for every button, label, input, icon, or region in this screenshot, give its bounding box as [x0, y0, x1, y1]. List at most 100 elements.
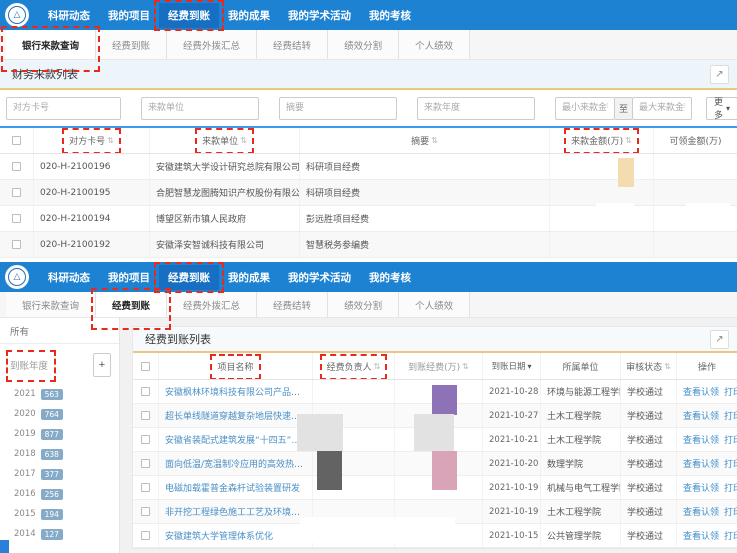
nav-funds-arrival[interactable]: 经费到账	[159, 3, 219, 28]
header-audit-status[interactable]: 审核状态⇅	[626, 360, 671, 373]
view-claim-link[interactable]: 查看认领	[683, 529, 719, 542]
year-filter-2017[interactable]: 2017377	[0, 464, 119, 484]
year-filter-2015[interactable]: 2015194	[0, 504, 119, 524]
print-link[interactable]: 打印	[724, 505, 737, 518]
row-checkbox[interactable]	[12, 188, 21, 197]
nav-funds-arrival[interactable]: 经费到账	[159, 265, 219, 290]
nav-research-news[interactable]: 科研动态	[39, 265, 99, 290]
row-checkbox[interactable]	[141, 435, 150, 444]
row-checkbox[interactable]	[141, 483, 150, 492]
header-project-name[interactable]: 项目名称	[217, 360, 253, 373]
project-link[interactable]: 安徽建筑大学管理体系优化	[165, 529, 273, 542]
add-facet-button[interactable]: +	[93, 353, 111, 377]
row-checkbox[interactable]	[141, 459, 150, 468]
year-filter-2018[interactable]: 2018638	[0, 444, 119, 464]
row-checkbox[interactable]	[12, 214, 21, 223]
view-claim-link[interactable]: 查看认领	[683, 505, 719, 518]
year-filter-2014[interactable]: 2014127	[0, 524, 119, 544]
select-all-checkbox[interactable]	[12, 136, 21, 145]
view-claim-link[interactable]: 查看认领	[683, 385, 719, 398]
row-checkbox[interactable]	[12, 240, 21, 249]
project-link[interactable]: 安徽省装配式建筑发展“十四五”规划编制研究项目	[165, 433, 306, 446]
year-filter-2016[interactable]: 2016256	[0, 484, 119, 504]
payer-unit-input[interactable]	[141, 97, 259, 120]
print-link[interactable]: 打印	[724, 481, 737, 494]
row-checkbox[interactable]	[141, 387, 150, 396]
header-arrival-date[interactable]: 到账日期▾	[491, 360, 531, 372]
view-claim-link[interactable]: 查看认领	[683, 457, 719, 470]
view-claim-link[interactable]: 查看认领	[683, 481, 719, 494]
max-amount-input[interactable]	[632, 97, 692, 120]
sort-icon: ⇅	[664, 362, 671, 371]
subnav-bottom: 银行来款查询 经费到账 经费外拨汇总 经费结转 绩效分割 个人绩效	[0, 292, 737, 318]
project-link[interactable]: 超长单线隧道穿越复杂地层快速施工关键技术研究	[165, 409, 306, 422]
tab-bank-incoming-query[interactable]: 银行来款查询	[6, 30, 96, 59]
funds-arrival-table: 项目名称 经费负责人⇅ 到账经费(万)⇅ 到账日期▾ 所属单位 审核状态⇅ 操作…	[133, 353, 737, 548]
year-input[interactable]	[417, 97, 535, 120]
tab-funds-carryover[interactable]: 经费结转	[257, 30, 328, 59]
expand-icon[interactable]: ↗	[710, 330, 729, 349]
tab-performance-split[interactable]: 绩效分割	[328, 30, 399, 59]
project-link[interactable]: 安徽枫林环境科技有限公司产品设计项目	[165, 385, 306, 398]
table-row: 面向低温/宽温制冷应用的高效热电材料的设计与调控 2021-10-20 数理学院…	[133, 452, 737, 476]
year-filter-2020[interactable]: 2020764	[0, 404, 119, 424]
project-link[interactable]: 面向低温/宽温制冷应用的高效热电材料的设计与调控	[165, 457, 306, 470]
header-summary[interactable]: 摘要⇅	[411, 134, 438, 147]
print-link[interactable]: 打印	[724, 457, 737, 470]
header-amount[interactable]: 来款金额(万)⇅	[571, 134, 632, 147]
tab-funds-carryover[interactable]: 经费结转	[257, 292, 328, 317]
facet-year-row: 到账年度 +	[0, 350, 119, 380]
nav-my-assessment[interactable]: 我的考核	[360, 3, 420, 28]
header-available-amount: 可领金额(万)	[669, 134, 721, 147]
tab-personal-performance[interactable]: 个人绩效	[399, 292, 470, 317]
select-all-checkbox[interactable]	[141, 362, 150, 371]
count-badge: 764	[41, 409, 63, 420]
nav-my-projects[interactable]: 我的项目	[99, 265, 159, 290]
project-link[interactable]: 电磁加载霍普金森杆试验装置研发	[165, 481, 300, 494]
tab-performance-split[interactable]: 绩效分割	[328, 292, 399, 317]
min-amount-input[interactable]	[555, 97, 615, 120]
range-to-label: 至	[615, 97, 632, 120]
row-checkbox[interactable]	[141, 507, 150, 516]
nav-my-achievements[interactable]: 我的成果	[219, 265, 279, 290]
print-link[interactable]: 打印	[724, 409, 737, 422]
view-claim-link[interactable]: 查看认领	[683, 409, 719, 422]
print-link[interactable]: 打印	[724, 385, 737, 398]
print-link[interactable]: 打印	[724, 433, 737, 446]
header-arrival-amount[interactable]: 到账经费(万)⇅	[408, 360, 469, 373]
year-filter-2019[interactable]: 2019877	[0, 424, 119, 444]
filter-all[interactable]: 所有	[0, 318, 119, 344]
summary-input[interactable]	[279, 97, 397, 120]
nav-my-projects[interactable]: 我的项目	[99, 3, 159, 28]
panel-funds-arrival: △ 科研动态 我的项目 经费到账 我的成果 我的学术活动 我的考核 银行来款查询…	[0, 262, 737, 553]
table-row: 020-H-2100195 合肥智慧龙图腾知识产权股份有限公司 科研项目经费	[0, 180, 737, 206]
main-nav: 科研动态 我的项目 经费到账 我的成果 我的学术活动 我的考核	[39, 262, 420, 292]
tab-bank-incoming-query[interactable]: 银行来款查询	[6, 292, 96, 317]
nav-research-news[interactable]: 科研动态	[39, 3, 99, 28]
row-checkbox[interactable]	[141, 531, 150, 540]
nav-my-achievements[interactable]: 我的成果	[219, 3, 279, 28]
tab-funds-arrival[interactable]: 经费到账	[96, 30, 167, 59]
nav-academic-activities[interactable]: 我的学术活动	[279, 265, 360, 290]
tab-funds-outbound-summary[interactable]: 经费外拨汇总	[167, 292, 257, 317]
plus-icon: +	[99, 359, 105, 371]
tab-funds-outbound-summary[interactable]: 经费外拨汇总	[167, 30, 257, 59]
page-title: 经费到账列表	[145, 331, 211, 347]
tab-personal-performance[interactable]: 个人绩效	[399, 30, 470, 59]
project-link[interactable]: 非开挖工程绿色施工工艺及环境地质适应性研究	[165, 505, 306, 518]
header-fund-owner[interactable]: 经费负责人⇅	[327, 360, 381, 373]
header-payer-unit[interactable]: 来款单位⇅	[202, 134, 247, 147]
row-checkbox[interactable]	[141, 411, 150, 420]
header-card-number[interactable]: 对方卡号⇅	[69, 134, 114, 147]
expand-icon[interactable]: ↗	[710, 65, 729, 84]
print-link[interactable]: 打印	[724, 529, 737, 542]
row-checkbox[interactable]	[12, 162, 21, 171]
nav-academic-activities[interactable]: 我的学术活动	[279, 3, 360, 28]
tab-funds-arrival[interactable]: 经费到账	[96, 292, 167, 317]
year-filter-2021[interactable]: 2021563	[0, 384, 119, 404]
university-logo-icon: △	[5, 3, 29, 27]
view-claim-link[interactable]: 查看认领	[683, 433, 719, 446]
card-number-input[interactable]	[6, 97, 121, 120]
more-button[interactable]: 更多▾	[706, 97, 737, 120]
nav-my-assessment[interactable]: 我的考核	[360, 265, 420, 290]
